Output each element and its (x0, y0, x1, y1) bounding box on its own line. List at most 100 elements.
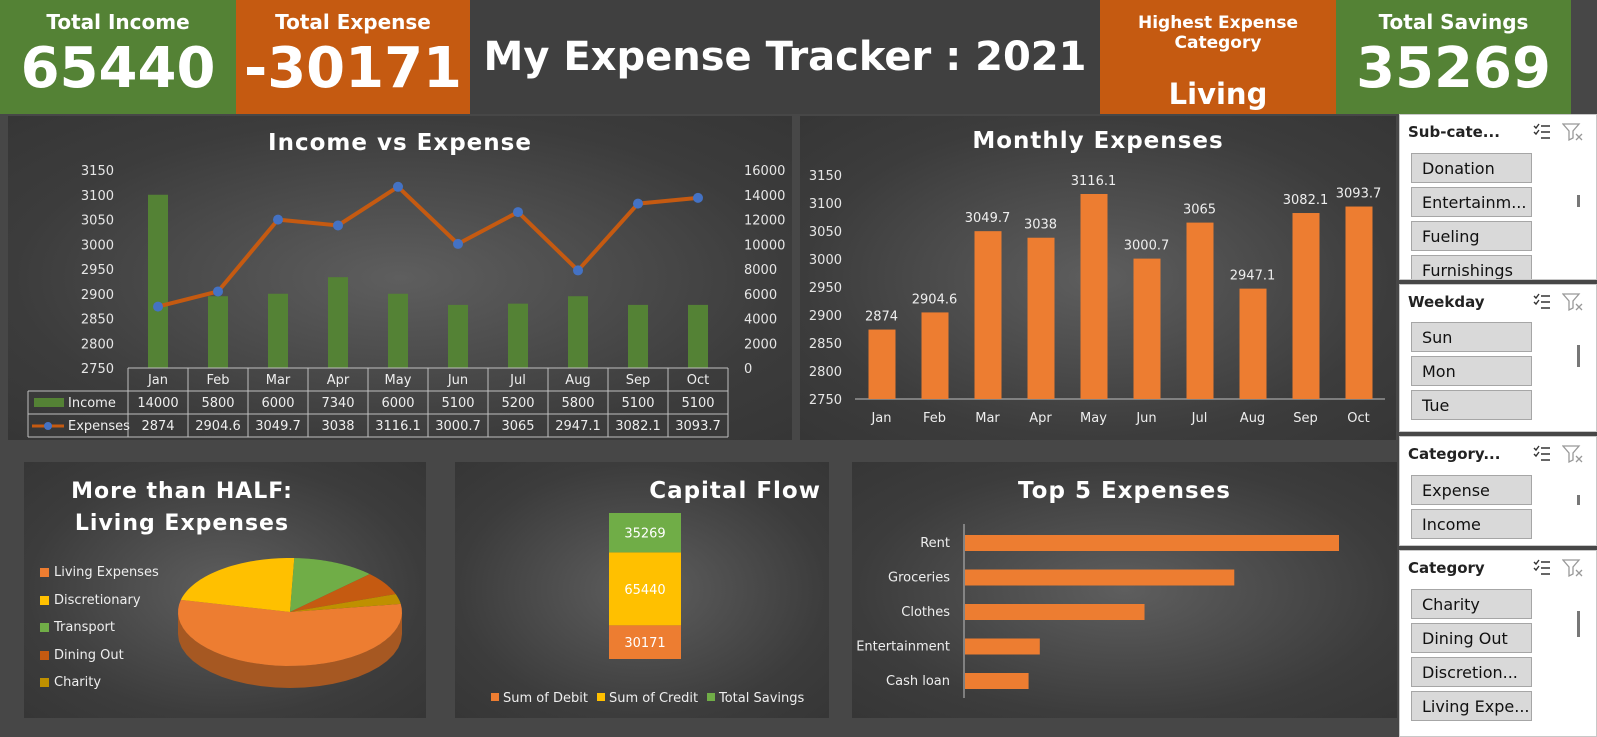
slicer-item-sun[interactable]: Sun (1411, 322, 1532, 352)
y-tick-label: 2900 (81, 288, 114, 303)
x-tick-label: Feb (923, 411, 946, 426)
slicer-item-expense[interactable]: Expense (1411, 475, 1532, 505)
income-table-cell: 6000 (261, 396, 294, 411)
y-tick-label: 3050 (809, 225, 842, 240)
clear-filter-icon[interactable] (1562, 122, 1584, 142)
slicer-title: Category (1408, 559, 1485, 577)
data-label: 3049.7 (965, 211, 1011, 226)
data-label: 3082.1 (1283, 193, 1329, 208)
y-tick-label: 3150 (809, 169, 842, 184)
slicer-item-fueling[interactable]: Fueling (1411, 221, 1532, 251)
income-vs-expense-chart[interactable]: Income vs Expense 3150 3100 3050 3000 2950 29… (8, 116, 792, 440)
x-tick-label: Jun (1135, 411, 1156, 426)
multi-select-icon[interactable] (1532, 122, 1552, 142)
expenses-table-cell: 3038 (321, 419, 354, 434)
expenses-point (453, 238, 463, 249)
slicer-item-living-expenses[interactable]: Living Expe... (1411, 691, 1532, 721)
data-label: 3065 (1183, 203, 1216, 218)
slicer-title: Category... (1408, 445, 1501, 463)
top5-expenses-chart[interactable]: Top 5 Expenses Rent Groceries Clothes Enter… (852, 462, 1397, 718)
monthly-expenses-chart[interactable]: Monthly Expenses 3150 3100 3050 3000 2950 290… (800, 116, 1396, 440)
income-table-cell: 6000 (381, 396, 414, 411)
slicer-category-type[interactable]: Category... Expense Income (1399, 436, 1597, 546)
income-bar (268, 293, 288, 368)
y-tick-label: 3100 (809, 197, 842, 212)
slicer-item-tue[interactable]: Tue (1411, 390, 1532, 420)
y-tick-label: 3050 (81, 214, 114, 229)
slicer-item-dining-out[interactable]: Dining Out (1411, 623, 1532, 653)
income-table-cell: 5100 (441, 396, 474, 411)
living-expenses-pie-chart[interactable]: More than HALF: Living Expenses Living E… (24, 462, 426, 718)
y2-tick-label: 8000 (744, 263, 777, 278)
income-table-cell: 14000 (137, 396, 178, 411)
expenses-table-cell: 3116.1 (375, 419, 421, 434)
clear-filter-icon[interactable] (1562, 558, 1584, 578)
y2-tick-label: 0 (744, 362, 752, 377)
slicer-scrollbar[interactable] (1577, 345, 1580, 367)
slicer-item-donation[interactable]: Donation (1411, 153, 1532, 183)
x-tick-label: Oct (1347, 411, 1369, 426)
slicer-item-entertainment[interactable]: Entertainm... (1411, 187, 1532, 217)
y-tick-label: 2750 (81, 362, 114, 377)
y2-tick-label: 12000 (744, 214, 785, 229)
expenses-point (633, 198, 643, 209)
expenses-point (573, 265, 583, 276)
y-tick-label: 2950 (809, 281, 842, 296)
expense-bar (974, 231, 1002, 399)
title-bar: My Expense Tracker : 2021 (470, 0, 1100, 114)
x-tick-label: Jan (147, 373, 168, 388)
y2-tick-label: 2000 (744, 337, 777, 352)
slicer-title: Weekday (1408, 293, 1485, 311)
y-tick-label: 2800 (809, 365, 842, 380)
expenses-table-cell: 3065 (501, 419, 534, 434)
slicer-item-mon[interactable]: Mon (1411, 356, 1532, 386)
slicer-weekday[interactable]: Weekday Sun Mon Tue (1399, 284, 1597, 432)
income-bar (508, 303, 528, 368)
data-label: 30171 (624, 636, 665, 651)
slicer-sub-category[interactable]: Sub-cate... Donation Entertainm... Fueli… (1399, 114, 1597, 280)
expense-bar (921, 312, 949, 399)
category-label: Groceries (888, 571, 950, 586)
y2-tick-label: 6000 (744, 288, 777, 303)
x-tick-label: Mar (266, 373, 291, 388)
expenses-point (153, 301, 163, 312)
x-tick-label: Oct (687, 373, 709, 388)
expense-bar (1345, 206, 1373, 399)
slicer-scrollbar[interactable] (1577, 195, 1580, 207)
expenses-point (513, 207, 523, 218)
category-label: Clothes (901, 605, 950, 620)
slicer-scrollbar[interactable] (1577, 495, 1580, 505)
expense-bar (965, 673, 1029, 689)
income-bar (328, 277, 348, 368)
clear-filter-icon[interactable] (1562, 444, 1584, 464)
expense-bar (965, 638, 1040, 655)
slicer-category[interactable]: Category Charity Dining Out Discretion..… (1399, 550, 1597, 737)
expense-bar (1186, 222, 1214, 399)
expenses-point (273, 214, 283, 225)
capital-flow-chart[interactable]: Capital Flow 30171 65440 35269 Sum of Debit… (455, 462, 829, 718)
income-table-cell: 5800 (201, 396, 234, 411)
expenses-point (213, 286, 223, 297)
income-bar (208, 296, 228, 368)
slicer-item-income[interactable]: Income (1411, 509, 1532, 539)
kpi-total-income: Total Income 65440 (0, 0, 236, 114)
slicer-item-discretionary[interactable]: Discretion... (1411, 657, 1532, 687)
multi-select-icon[interactable] (1532, 558, 1552, 578)
x-tick-label: Jun (447, 373, 468, 388)
top5-expenses-svg: Rent Groceries Clothes Entertainment Cash lo… (856, 524, 1339, 698)
expense-bar (965, 604, 1145, 620)
slicer-item-furnishings[interactable]: Furnishings (1411, 255, 1532, 279)
legend-swatch (707, 693, 715, 701)
expense-bar (1027, 237, 1055, 399)
y-tick-label: 2750 (809, 393, 842, 408)
multi-select-icon[interactable] (1532, 444, 1552, 464)
income-table-cell: 5800 (561, 396, 594, 411)
clear-filter-icon[interactable] (1562, 292, 1584, 312)
x-tick-label: May (385, 373, 412, 388)
multi-select-icon[interactable] (1532, 292, 1552, 312)
slicer-scrollbar[interactable] (1577, 611, 1580, 637)
kpi-total-expense: Total Expense -30171 (236, 0, 470, 114)
y-tick-label: 3000 (81, 238, 114, 253)
expense-bar (1292, 213, 1320, 399)
slicer-item-charity[interactable]: Charity (1411, 589, 1532, 619)
